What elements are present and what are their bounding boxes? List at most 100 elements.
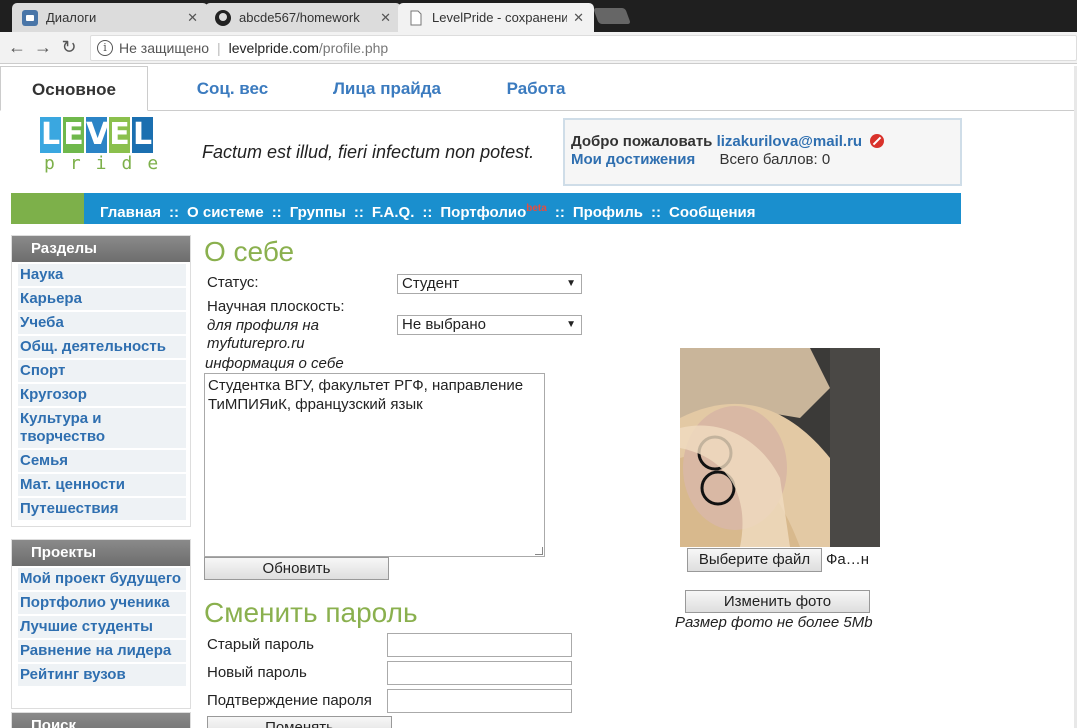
about-heading: О себе — [204, 236, 295, 267]
beta-badge: beta — [526, 203, 547, 214]
nav-separator: :: — [169, 204, 180, 221]
sidebar-item-social-activity[interactable]: Общ. деятельность — [18, 336, 186, 358]
nav-groups[interactable]: Группы — [290, 204, 346, 221]
sidebar-item-best-students[interactable]: Лучшие студенты — [18, 616, 186, 638]
total-points: Всего баллов: 0 — [719, 151, 831, 168]
photo-size-note: Размер фото не более 5Mb — [675, 614, 873, 631]
sidebar-item-travel[interactable]: Путешествия — [18, 498, 186, 520]
page-icon — [408, 10, 424, 26]
sidebar-item-career[interactable]: Карьера — [18, 288, 186, 310]
nav-profile[interactable]: Профиль — [573, 204, 643, 221]
info-label: информация о себе — [205, 355, 344, 372]
nav-faq[interactable]: F.A.Q. — [372, 204, 415, 221]
security-label: Не защищено — [119, 39, 209, 56]
sidebar-item-student-portfolio[interactable]: Портфолио ученика — [18, 592, 186, 614]
change-photo-button[interactable]: Изменить фото — [685, 590, 870, 613]
logo-letter: L — [132, 117, 153, 153]
close-tab-icon[interactable]: ✕ — [187, 10, 198, 26]
change-password-button[interactable]: Поменять — [207, 716, 392, 728]
logo-subtitle: pride — [44, 153, 174, 174]
sidebar-projects-title: Проекты — [12, 540, 190, 566]
tab-work[interactable]: Работа — [478, 66, 594, 111]
browser-tabstrip: Диалоги ✕ abcde567/homework ✕ LevelPride… — [0, 0, 1077, 32]
sidebar-sections: Разделы Наука Карьера Учеба Общ. деятель… — [11, 235, 191, 527]
nav-separator: :: — [651, 204, 662, 221]
nav-home[interactable]: Главная — [100, 204, 161, 221]
welcome-box: Добро пожаловать lizakurilova@mail.ru Мо… — [563, 118, 962, 186]
change-password-heading: Сменить пароль — [204, 597, 418, 628]
old-password-input[interactable] — [387, 633, 572, 657]
sidebar-item-science[interactable]: Наука — [18, 264, 186, 286]
main-nav: Главная:: О системе:: Группы:: F.A.Q.:: Порт… — [11, 193, 961, 224]
tab-main[interactable]: Основное — [0, 66, 148, 111]
old-password-label: Старый пароль — [207, 636, 314, 653]
sidebar-item-study[interactable]: Учеба — [18, 312, 186, 334]
nav-about[interactable]: О системе — [187, 204, 264, 221]
divider: | — [217, 39, 221, 56]
sidebar-item-sport[interactable]: Спорт — [18, 360, 186, 382]
nav-portfolio[interactable]: Портфолиоbeta — [440, 203, 547, 221]
reload-icon[interactable]: ↻ — [56, 37, 82, 58]
choose-file-button[interactable]: Выберите файл — [687, 548, 822, 572]
new-password-label: Новый пароль — [207, 664, 307, 681]
close-tab-icon[interactable]: ✕ — [573, 10, 584, 26]
update-button[interactable]: Обновить — [204, 557, 389, 580]
nav-separator: :: — [422, 204, 433, 221]
resize-grip-icon[interactable] — [535, 547, 543, 555]
sidebar-item-future-project[interactable]: Мой проект будущего — [18, 568, 186, 590]
info-icon[interactable]: i — [97, 39, 113, 56]
browser-tab-dialogs[interactable]: Диалоги ✕ — [12, 3, 208, 32]
logo-letter: V — [86, 117, 110, 153]
confirm-password-label: Подтверждение пароля — [207, 692, 372, 709]
site-motto: Factum est illud, fieri infectum non pot… — [202, 142, 535, 162]
science-select[interactable]: Не выбрано ▼ — [397, 315, 582, 335]
welcome-label: Добро пожаловать — [571, 133, 713, 150]
sidebar-item-outlook[interactable]: Кругозор — [18, 384, 186, 406]
close-tab-icon[interactable]: ✕ — [380, 10, 391, 26]
about-text: Студентка ВГУ, факультет РГФ, направлени… — [208, 377, 524, 413]
nav-messages[interactable]: Сообщения — [669, 204, 755, 221]
github-icon — [215, 9, 231, 26]
sidebar-item-material-values[interactable]: Мат. ценности — [18, 474, 186, 496]
browser-tab-levelpride[interactable]: LevelPride - сохранение ✕ — [398, 3, 594, 32]
url-host: levelpride.com — [228, 39, 319, 56]
vk-icon — [22, 9, 38, 26]
status-label: Статус: — [207, 274, 259, 291]
confirm-password-input[interactable] — [387, 689, 572, 713]
address-bar[interactable]: i Не защищено | levelpride.com /profile.… — [90, 34, 1077, 61]
science-value: Не выбрано — [402, 316, 486, 333]
sidebar-item-culture[interactable]: Культура и творчество — [18, 408, 186, 448]
sidebar-item-leader[interactable]: Равнение на лидера — [18, 640, 186, 662]
new-password-input[interactable] — [387, 661, 572, 685]
achievements-link[interactable]: Мои достижения — [571, 151, 695, 168]
status-select[interactable]: Студент ▼ — [397, 274, 582, 294]
back-icon[interactable]: ← — [4, 37, 30, 58]
logo-letter: E — [109, 117, 130, 153]
tab-social-weight[interactable]: Соц. вес — [160, 66, 305, 111]
logo-letter: E — [63, 117, 84, 153]
status-value: Студент — [402, 275, 460, 292]
profile-photo — [680, 348, 880, 547]
logo-letter: L — [40, 117, 61, 153]
sidebar-item-family[interactable]: Семья — [18, 450, 186, 472]
url-path: /profile.php — [318, 39, 389, 56]
nav-separator: :: — [353, 204, 364, 221]
dropdown-arrow-icon: ▼ — [566, 278, 576, 289]
sidebar-item-university-rating[interactable]: Рейтинг вузов — [18, 664, 186, 686]
levelpride-logo[interactable]: L E V E L pride — [40, 117, 162, 189]
sidebar-search-title: Поиск — [12, 713, 190, 728]
new-tab-button[interactable] — [593, 8, 631, 24]
browser-tab-github[interactable]: abcde567/homework ✕ — [205, 3, 401, 32]
about-textarea[interactable]: Студентка ВГУ, факультет РГФ, направлени… — [204, 373, 545, 557]
nav-portfolio-label: Портфолио — [440, 204, 527, 221]
nav-separator: :: — [271, 204, 282, 221]
tab-pride-faces[interactable]: Лица прайда — [312, 66, 462, 111]
sidebar-projects: Проекты Мой проект будущего Портфолио уч… — [11, 539, 191, 709]
science-label: Научная плоскость: — [207, 298, 345, 315]
forward-icon[interactable]: → — [30, 37, 56, 58]
nav-accent — [11, 193, 84, 224]
sidebar-search: Поиск — [11, 712, 191, 728]
logout-icon[interactable] — [870, 134, 885, 148]
profile-tabs: Основное Соц. вес Лица прайда Работа — [0, 66, 1077, 111]
user-email-link[interactable]: lizakurilova@mail.ru — [717, 133, 863, 150]
